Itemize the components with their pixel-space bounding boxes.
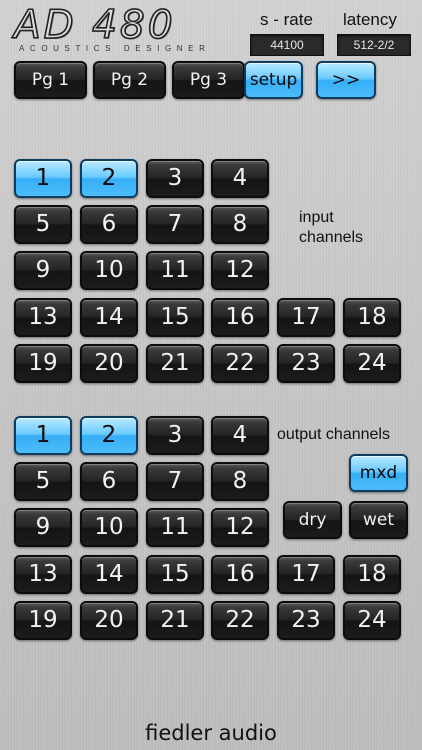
output-channel-12-button[interactable]: 12 <box>211 508 269 547</box>
footer-brand: fiedler audio <box>145 721 277 745</box>
input-channel-10-button[interactable]: 10 <box>80 251 138 290</box>
logo: AD 480 ACOUSTICS DESIGNER <box>13 3 236 53</box>
page-2-button[interactable]: Pg 2 <box>93 61 166 99</box>
input-channel-11-button[interactable]: 11 <box>146 251 204 290</box>
input-channel-22-button[interactable]: 22 <box>211 344 269 383</box>
input-channel-18-button[interactable]: 18 <box>343 298 401 337</box>
next-page-button[interactable]: >> <box>316 61 376 99</box>
logo-subtitle: ACOUSTICS DESIGNER <box>19 44 211 53</box>
input-channel-3-button[interactable]: 3 <box>146 159 204 198</box>
output-channel-16-button[interactable]: 16 <box>211 555 269 594</box>
output-channel-18-button[interactable]: 18 <box>343 555 401 594</box>
output-channel-13-button[interactable]: 13 <box>14 555 72 594</box>
input-channel-20-button[interactable]: 20 <box>80 344 138 383</box>
output-channel-4-button[interactable]: 4 <box>211 416 269 455</box>
input-channel-14-button[interactable]: 14 <box>80 298 138 337</box>
input-channel-2-button[interactable]: 2 <box>80 159 138 198</box>
input-channel-5-button[interactable]: 5 <box>14 205 72 244</box>
input-channel-9-button[interactable]: 9 <box>14 251 72 290</box>
output-channels-label: output channels <box>277 426 390 443</box>
input-channel-21-button[interactable]: 21 <box>146 344 204 383</box>
input-channel-19-button[interactable]: 19 <box>14 344 72 383</box>
input-channel-1-button[interactable]: 1 <box>14 159 72 198</box>
setup-button[interactable]: setup <box>244 61 303 99</box>
page-3-button[interactable]: Pg 3 <box>172 61 245 99</box>
output-channel-2-button[interactable]: 2 <box>80 416 138 455</box>
mixed-button[interactable]: mxd <box>349 454 408 492</box>
output-channel-21-button[interactable]: 21 <box>146 601 204 640</box>
input-channel-12-button[interactable]: 12 <box>211 251 269 290</box>
output-channel-11-button[interactable]: 11 <box>146 508 204 547</box>
input-channel-17-button[interactable]: 17 <box>277 298 335 337</box>
sample-rate-label: s - rate <box>260 10 313 29</box>
output-channel-23-button[interactable]: 23 <box>277 601 335 640</box>
output-channel-7-button[interactable]: 7 <box>146 462 204 501</box>
output-channel-6-button[interactable]: 6 <box>80 462 138 501</box>
output-channel-10-button[interactable]: 10 <box>80 508 138 547</box>
output-channel-19-button[interactable]: 19 <box>14 601 72 640</box>
input-channel-23-button[interactable]: 23 <box>277 344 335 383</box>
output-channel-3-button[interactable]: 3 <box>146 416 204 455</box>
wet-button[interactable]: wet <box>349 501 408 539</box>
output-channel-22-button[interactable]: 22 <box>211 601 269 640</box>
output-channel-15-button[interactable]: 15 <box>146 555 204 594</box>
input-channel-24-button[interactable]: 24 <box>343 344 401 383</box>
output-channel-17-button[interactable]: 17 <box>277 555 335 594</box>
input-channel-15-button[interactable]: 15 <box>146 298 204 337</box>
output-channel-9-button[interactable]: 9 <box>14 508 72 547</box>
input-channel-13-button[interactable]: 13 <box>14 298 72 337</box>
latency-label: latency <box>343 10 397 29</box>
logo-title: AD 480 <box>13 3 176 48</box>
output-channel-8-button[interactable]: 8 <box>211 462 269 501</box>
output-channel-24-button[interactable]: 24 <box>343 601 401 640</box>
input-channel-16-button[interactable]: 16 <box>211 298 269 337</box>
output-channel-14-button[interactable]: 14 <box>80 555 138 594</box>
input-channel-4-button[interactable]: 4 <box>211 159 269 198</box>
input-channel-7-button[interactable]: 7 <box>146 205 204 244</box>
output-channel-5-button[interactable]: 5 <box>14 462 72 501</box>
page-1-button[interactable]: Pg 1 <box>14 61 87 99</box>
input-channel-6-button[interactable]: 6 <box>80 205 138 244</box>
output-channel-20-button[interactable]: 20 <box>80 601 138 640</box>
input-channels-label: input channels <box>299 209 364 246</box>
output-channel-1-button[interactable]: 1 <box>14 416 72 455</box>
dry-button[interactable]: dry <box>283 501 342 539</box>
input-channel-8-button[interactable]: 8 <box>211 205 269 244</box>
latency-value: 512-2/2 <box>337 34 411 56</box>
sample-rate-value: 44100 <box>250 34 324 56</box>
